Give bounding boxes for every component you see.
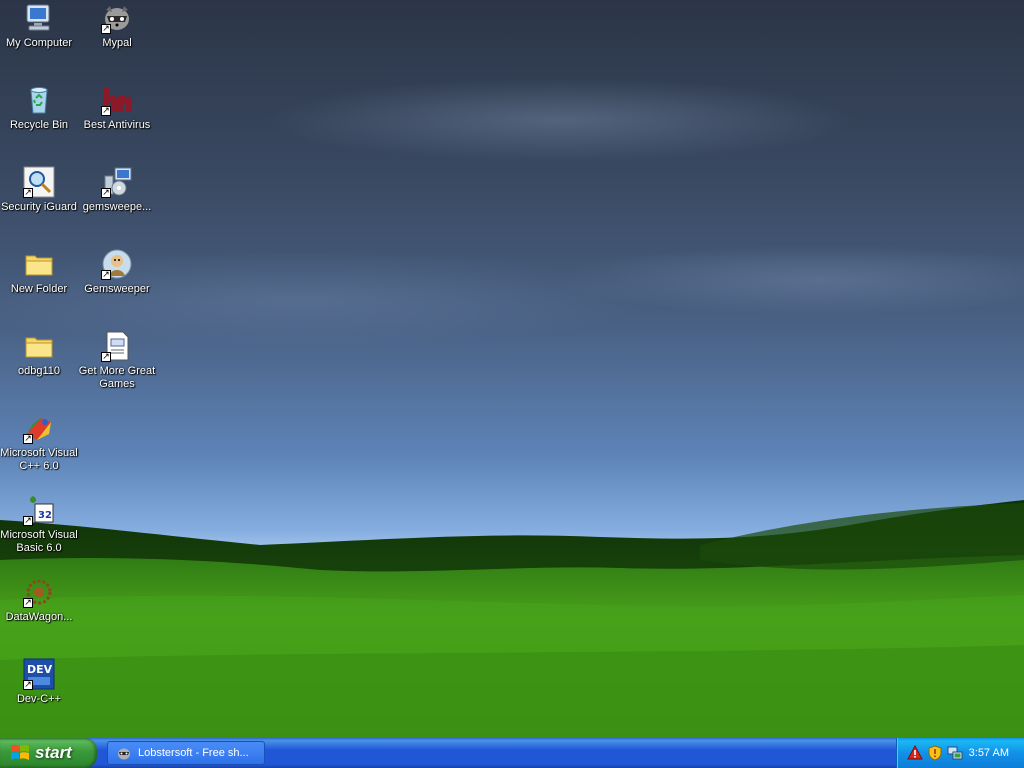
desktop-icon-label: Security iGuard (1, 201, 77, 213)
clock[interactable]: 3:57 AM (969, 747, 1009, 759)
shortcut-arrow-icon: ↗ (23, 188, 33, 198)
my-computer-icon (26, 4, 50, 31)
desktop-icon-label: DataWagon... (5, 611, 73, 623)
desktop-icon-label: Gemsweeper (84, 283, 150, 295)
desktop-icon-label: New Folder (10, 283, 68, 295)
desktop-icon-label: Microsoft Visual Basic 6.0 (0, 529, 78, 554)
shortcut-arrow-icon: ↗ (101, 24, 111, 34)
desktop-icon-label: Mypal (102, 37, 132, 49)
desktop-icon-label: Dev-C++ (16, 693, 62, 705)
shortcut-arrow-icon: ↗ (101, 188, 111, 198)
desktop-icon-label: Recycle Bin (9, 119, 69, 131)
windows-flag-icon (11, 744, 29, 760)
folder-icon (25, 255, 53, 276)
desktop-icon-label: odbg110 (17, 365, 60, 377)
desktop-icon-mypal[interactable]: ↗ Mypal (76, 2, 158, 50)
system-tray: 3:57 AM (896, 738, 1024, 768)
desktop-icon-best-antivirus[interactable]: ↗ Best Antivirus (76, 84, 158, 132)
shortcut-arrow-icon: ↗ (23, 680, 33, 690)
desktop-icon-security-iguard[interactable]: ↗ Security iGuard (0, 166, 80, 214)
shortcut-arrow-icon: ↗ (23, 598, 33, 608)
desktop-icon-label: Get More Great Games (78, 365, 156, 390)
recycle-bin-icon (30, 87, 48, 114)
desktop-icon-visual-cpp[interactable]: ↗ Microsoft Visual C++ 6.0 (0, 412, 80, 473)
desktop-icon-label: Microsoft Visual C++ 6.0 (0, 447, 78, 472)
shortcut-arrow-icon: ↗ (101, 106, 111, 116)
desktop-icon-dev-cpp[interactable]: DEV ↗ Dev-C++ (0, 658, 80, 706)
shortcut-arrow-icon: ↗ (23, 516, 33, 526)
taskbar-button-lobstersoft[interactable]: Lobstersoft - Free sh... (107, 741, 265, 765)
windows-security-shield-icon[interactable] (927, 745, 943, 761)
mypal-icon (118, 748, 130, 760)
desktop-icon-datawagon[interactable]: ↗ DataWagon... (0, 576, 80, 624)
svg-text:32: 32 (38, 510, 52, 521)
start-label: start (35, 743, 72, 762)
taskbar: start Lobstersoft - Free sh... 3:57 AM (0, 738, 1024, 768)
desktop-icon-recycle-bin[interactable]: Recycle Bin (0, 84, 80, 132)
desktop-icon-gemsweeper-installer[interactable]: ↗ gemsweepe... (76, 166, 158, 214)
desktop-icon-gemsweeper[interactable]: ↗ Gemsweeper (76, 248, 158, 296)
shortcut-arrow-icon: ↗ (101, 352, 111, 362)
desktop-icon-odbg110[interactable]: odbg110 (0, 330, 80, 378)
desktop-icon-visual-basic[interactable]: 32 ↗ Microsoft Visual Basic 6.0 (0, 494, 80, 555)
desktop-icon-label: Best Antivirus (83, 119, 151, 131)
taskbar-button-label: Lobstersoft - Free sh... (138, 747, 249, 759)
security-alert-icon[interactable] (907, 745, 923, 761)
start-button[interactable]: start (0, 738, 97, 768)
folder-icon (25, 337, 53, 358)
desktop-icon-get-more-great-games[interactable]: ↗ Get More Great Games (76, 330, 158, 391)
desktop: My Computer Recycle Bin ↗ Security iGuar… (0, 0, 1024, 738)
svg-text:DEV: DEV (27, 663, 53, 676)
shortcut-arrow-icon: ↗ (23, 434, 33, 444)
desktop-icon-label: My Computer (5, 37, 73, 49)
network-icon[interactable] (947, 745, 963, 761)
desktop-icon-label: gemsweepe... (82, 201, 152, 213)
desktop-icon-my-computer[interactable]: My Computer (0, 2, 80, 50)
desktop-icon-new-folder[interactable]: New Folder (0, 248, 80, 296)
shortcut-arrow-icon: ↗ (101, 270, 111, 280)
